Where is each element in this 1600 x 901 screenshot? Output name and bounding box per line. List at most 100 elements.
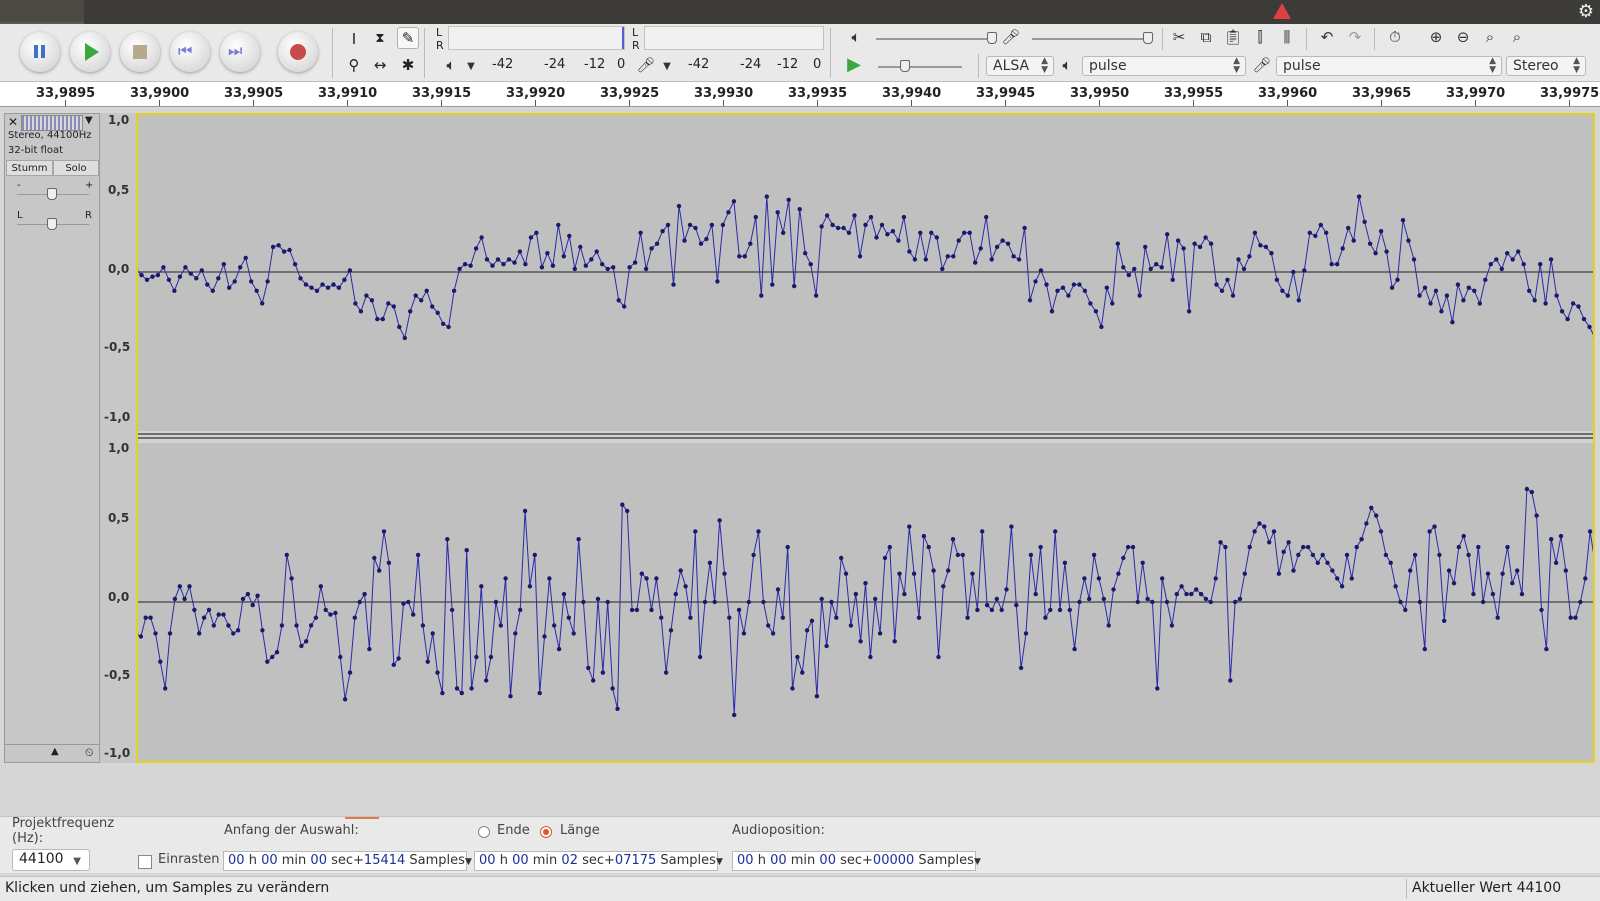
- sample-point[interactable]: [1450, 320, 1455, 325]
- sample-point[interactable]: [975, 607, 980, 613]
- sample-point[interactable]: [226, 623, 231, 628]
- sample-point[interactable]: [732, 712, 737, 718]
- recording-meter[interactable]: [644, 26, 824, 50]
- sample-point[interactable]: [323, 607, 328, 613]
- sample-point[interactable]: [1451, 581, 1457, 586]
- sample-point[interactable]: [643, 266, 649, 272]
- sample-point[interactable]: [960, 552, 965, 558]
- sample-point[interactable]: [1232, 599, 1238, 605]
- sample-point[interactable]: [508, 694, 513, 699]
- sample-point[interactable]: [303, 282, 309, 287]
- draw-tool-icon[interactable]: ✎: [397, 27, 419, 49]
- sample-point[interactable]: [1219, 288, 1225, 293]
- sample-point[interactable]: [1466, 552, 1471, 558]
- sample-point[interactable]: [545, 251, 550, 256]
- sample-point[interactable]: [206, 607, 212, 613]
- sample-point[interactable]: [308, 623, 314, 628]
- sample-point[interactable]: [1236, 257, 1241, 262]
- sample-point[interactable]: [265, 659, 270, 664]
- sample-point[interactable]: [522, 508, 528, 514]
- sample-point[interactable]: [1422, 285, 1428, 290]
- sample-point[interactable]: [1049, 309, 1055, 314]
- sample-point[interactable]: [484, 257, 490, 262]
- sample-point[interactable]: [808, 262, 813, 267]
- sample-point[interactable]: [352, 615, 357, 620]
- sample-point[interactable]: [809, 618, 815, 623]
- sample-point[interactable]: [1433, 288, 1439, 293]
- playback-meter[interactable]: [448, 26, 625, 50]
- sample-point[interactable]: [419, 298, 424, 303]
- sample-point[interactable]: [1587, 324, 1592, 330]
- sample-point[interactable]: [1198, 591, 1204, 597]
- sample-point[interactable]: [1313, 233, 1318, 239]
- sample-point[interactable]: [668, 628, 674, 633]
- sample-point[interactable]: [1286, 540, 1291, 545]
- sample-point[interactable]: [916, 615, 922, 620]
- sample-point[interactable]: [911, 571, 917, 576]
- sample-point[interactable]: [1335, 576, 1340, 581]
- sample-point[interactable]: [274, 650, 280, 655]
- sample-point[interactable]: [1559, 309, 1565, 314]
- sample-point[interactable]: [155, 272, 161, 278]
- sample-point[interactable]: [216, 276, 221, 281]
- sample-point[interactable]: [205, 282, 210, 287]
- sample-point[interactable]: [474, 654, 479, 660]
- sample-point[interactable]: [1237, 596, 1243, 602]
- sample-point[interactable]: [663, 670, 669, 675]
- sample-point[interactable]: [775, 210, 780, 215]
- sample-point[interactable]: [411, 612, 416, 617]
- sample-point[interactable]: [357, 599, 362, 605]
- sample-point[interactable]: [150, 274, 155, 279]
- sample-point[interactable]: [819, 224, 824, 229]
- sample-point[interactable]: [158, 659, 163, 664]
- sample-point[interactable]: [707, 560, 713, 565]
- sample-point[interactable]: [289, 576, 294, 581]
- sample-point[interactable]: [1354, 544, 1359, 550]
- sample-point[interactable]: [1534, 513, 1539, 518]
- sample-point[interactable]: [408, 309, 413, 314]
- sample-point[interactable]: [1262, 524, 1267, 529]
- sample-point[interactable]: [1444, 293, 1450, 298]
- sample-point[interactable]: [654, 576, 659, 581]
- sample-point[interactable]: [1027, 298, 1033, 303]
- sample-point[interactable]: [260, 628, 265, 633]
- sample-point[interactable]: [1538, 262, 1543, 267]
- sample-point[interactable]: [281, 249, 287, 254]
- sample-point[interactable]: [882, 555, 888, 561]
- sample-point[interactable]: [331, 282, 336, 287]
- sample-point[interactable]: [712, 599, 717, 605]
- sample-point[interactable]: [951, 254, 956, 259]
- sample-point[interactable]: [890, 229, 896, 234]
- play-speed-slider[interactable]: [878, 66, 962, 68]
- sample-point[interactable]: [858, 639, 863, 644]
- sample-point[interactable]: [1539, 607, 1544, 613]
- sample-point[interactable]: [1181, 246, 1186, 251]
- sample-point[interactable]: [1077, 599, 1082, 605]
- sample-point[interactable]: [595, 596, 601, 602]
- sample-point[interactable]: [1356, 194, 1362, 199]
- sample-point[interactable]: [240, 596, 246, 602]
- sample-point[interactable]: [420, 623, 426, 628]
- sample-point[interactable]: [717, 518, 722, 523]
- playback-device-select[interactable]: pulse ▲ ▼: [1082, 56, 1246, 76]
- sample-point[interactable]: [459, 690, 464, 696]
- sample-point[interactable]: [333, 610, 338, 616]
- sample-point[interactable]: [402, 335, 407, 341]
- sample-point[interactable]: [857, 254, 863, 259]
- sample-point[interactable]: [1150, 599, 1155, 605]
- sample-point[interactable]: [292, 262, 298, 267]
- sample-point[interactable]: [430, 631, 435, 636]
- trim-icon[interactable]: ⫿: [1249, 26, 1271, 48]
- sample-point[interactable]: [671, 282, 676, 287]
- sample-point[interactable]: [1472, 288, 1477, 293]
- sample-point[interactable]: [413, 293, 418, 298]
- sample-point[interactable]: [1291, 269, 1296, 275]
- sample-point[interactable]: [462, 262, 468, 267]
- sample-point[interactable]: [1466, 285, 1472, 290]
- sample-point[interactable]: [284, 552, 289, 558]
- collapse-track-icon[interactable]: ▲: [51, 746, 59, 757]
- sample-point[interactable]: [1269, 251, 1274, 256]
- sample-point[interactable]: [1189, 591, 1194, 597]
- play-speed-knob[interactable]: [900, 60, 910, 72]
- mute-button[interactable]: Stumm: [6, 160, 53, 176]
